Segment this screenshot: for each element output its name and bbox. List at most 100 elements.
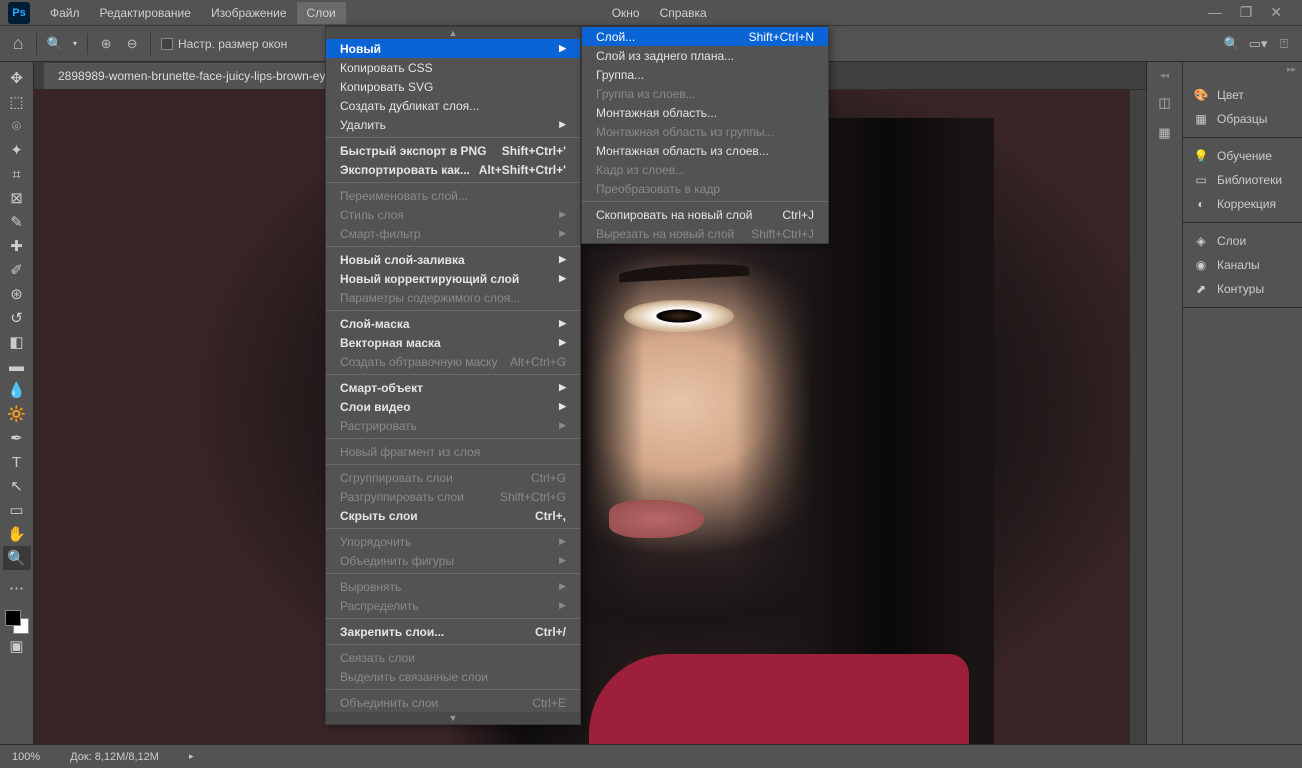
dropdown-icon[interactable]: ▾ <box>73 39 77 48</box>
panel-collapse-icon[interactable]: ▸▸ <box>1183 62 1302 77</box>
menu-item[interactable]: Новый▶ <box>326 39 580 58</box>
menu-item: Распределить▶ <box>326 596 580 615</box>
menu-item: Стиль слоя▶ <box>326 205 580 224</box>
submenu-arrow-icon: ▶ <box>559 536 566 547</box>
frame-tool[interactable]: ⊠ <box>3 186 31 210</box>
hand-tool[interactable]: ✋ <box>3 522 31 546</box>
menu-item[interactable]: Новый корректирующий слой▶ <box>326 269 580 288</box>
menu-file[interactable]: Файл <box>40 2 90 24</box>
quick-select-tool[interactable]: ✦ <box>3 138 31 162</box>
panel-swatches[interactable]: ▦Образцы <box>1183 107 1302 131</box>
panel-paths[interactable]: ⬈Контуры <box>1183 277 1302 301</box>
panel-channels[interactable]: ◉Каналы <box>1183 253 1302 277</box>
toolbox: ✥ ⬚ ⌾ ✦ ⌗ ⊠ ✎ ✚ ✐ ⊛ ↺ ◧ ▬ 💧 🔆 ✒ T ↖ ▭ ✋ … <box>0 62 34 744</box>
window-controls: — ❐ ✕ <box>1208 4 1302 21</box>
menu-item[interactable]: Быстрый экспорт в PNGShift+Ctrl+' <box>326 141 580 160</box>
pen-tool[interactable]: ✒ <box>3 426 31 450</box>
close-icon[interactable]: ✕ <box>1270 4 1282 21</box>
move-tool[interactable]: ✥ <box>3 66 31 90</box>
menu-window[interactable]: Окно <box>602 2 650 24</box>
menu-help[interactable]: Справка <box>650 2 717 24</box>
menu-item[interactable]: Скрыть слоиCtrl+, <box>326 506 580 525</box>
dodge-tool[interactable]: 🔆 <box>3 402 31 426</box>
healing-tool[interactable]: ✚ <box>3 234 31 258</box>
panel-collapse-icon[interactable]: ◂◂ <box>1160 70 1169 81</box>
menu-item[interactable]: Скопировать на новый слойCtrl+J <box>582 205 828 224</box>
type-tool[interactable]: T <box>3 450 31 474</box>
menu-item[interactable]: Слой-маска▶ <box>326 314 580 333</box>
menu-item[interactable]: Копировать SVG <box>326 77 580 96</box>
menu-item[interactable]: Векторная маска▶ <box>326 333 580 352</box>
panel-adjustments[interactable]: ◐Коррекция <box>1183 192 1302 216</box>
workspace-icon[interactable]: ▭▾ <box>1250 36 1266 52</box>
blur-tool[interactable]: 💧 <box>3 378 31 402</box>
shortcut-label: Shift+Ctrl+G <box>500 490 566 504</box>
menu-item[interactable]: Копировать CSS <box>326 58 580 77</box>
gradient-tool[interactable]: ▬ <box>3 354 31 378</box>
eyedropper-tool[interactable]: ✎ <box>3 210 31 234</box>
menu-item: Группа из слоев... <box>582 84 828 103</box>
brush-tool[interactable]: ✐ <box>3 258 31 282</box>
zoom-level[interactable]: 100% <box>12 751 40 763</box>
submenu-arrow-icon: ▶ <box>559 337 566 348</box>
marquee-tool[interactable]: ⬚ <box>3 90 31 114</box>
statusbar: 100% Док: 8,12M/8,12M ▸ <box>0 744 1302 768</box>
menu-item[interactable]: Экспортировать как...Alt+Shift+Ctrl+' <box>326 160 580 179</box>
home-icon[interactable]: ⌂ <box>10 36 26 52</box>
menu-item[interactable]: Новый слой-заливка▶ <box>326 250 580 269</box>
menu-item: Вырезать на новый слойShift+Ctrl+J <box>582 224 828 243</box>
doc-info-arrow-icon[interactable]: ▸ <box>189 751 194 762</box>
menu-image[interactable]: Изображение <box>201 2 297 24</box>
search-icon[interactable]: 🔍 <box>1224 36 1240 52</box>
menu-item[interactable]: Монтажная область... <box>582 103 828 122</box>
color-swatch[interactable] <box>5 610 29 634</box>
screen-mode-icon[interactable]: ▣ <box>3 634 31 658</box>
menu-item: Разгруппировать слоиShift+Ctrl+G <box>326 487 580 506</box>
clone-tool[interactable]: ⊛ <box>3 282 31 306</box>
menu-item[interactable]: Слои видео▶ <box>326 397 580 416</box>
scroll-up-icon[interactable]: ▲ <box>326 27 580 39</box>
vertical-scrollbar[interactable] <box>1130 90 1146 744</box>
edit-toolbar-icon[interactable]: ⋯ <box>3 576 31 600</box>
menu-item[interactable]: Смарт-объект▶ <box>326 378 580 397</box>
maximize-icon[interactable]: ❐ <box>1240 4 1253 21</box>
menu-item[interactable]: Удалить▶ <box>326 115 580 134</box>
share-icon[interactable]: ⍐ <box>1276 36 1292 52</box>
palette-icon: 🎨 <box>1193 88 1209 102</box>
submenu-arrow-icon: ▶ <box>559 382 566 393</box>
minimize-icon[interactable]: — <box>1208 4 1222 21</box>
path-tool[interactable]: ↖ <box>3 474 31 498</box>
crop-tool[interactable]: ⌗ <box>3 162 31 186</box>
submenu-arrow-icon: ▶ <box>559 254 566 265</box>
channels-icon: ◉ <box>1193 258 1209 272</box>
submenu-arrow-icon: ▶ <box>559 273 566 284</box>
menu-item[interactable]: Слой из заднего плана... <box>582 46 828 65</box>
menu-item[interactable]: Создать дубликат слоя... <box>326 96 580 115</box>
menu-item[interactable]: Закрепить слои...Ctrl+/ <box>326 622 580 641</box>
zoom-tool-icon[interactable]: 🔍 <box>47 36 63 52</box>
menu-separator <box>326 618 580 619</box>
menu-item[interactable]: Слой...Shift+Ctrl+N <box>582 27 828 46</box>
history-brush-tool[interactable]: ↺ <box>3 306 31 330</box>
menu-item[interactable]: Группа... <box>582 65 828 84</box>
document-tab[interactable]: 2898989-women-brunette-face-juicy-lips-b… <box>44 63 346 89</box>
zoom-in-icon[interactable]: ⊕ <box>98 36 114 52</box>
menu-separator <box>326 438 580 439</box>
resize-windows-checkbox[interactable]: Настр. размер окон <box>161 37 287 51</box>
scroll-down-icon[interactable]: ▼ <box>326 712 580 724</box>
lasso-tool[interactable]: ⌾ <box>3 114 31 138</box>
eraser-tool[interactable]: ◧ <box>3 330 31 354</box>
panel-learn[interactable]: 💡Обучение <box>1183 144 1302 168</box>
properties-icon[interactable]: ◫ <box>1157 95 1173 111</box>
panel-libraries[interactable]: ▭Библиотеки <box>1183 168 1302 192</box>
shape-tool[interactable]: ▭ <box>3 498 31 522</box>
menu-item[interactable]: Монтажная область из слоев... <box>582 141 828 160</box>
panel-layers[interactable]: ◈Слои <box>1183 229 1302 253</box>
doc-info[interactable]: Док: 8,12M/8,12M <box>70 751 159 763</box>
menu-layers[interactable]: Слои <box>297 2 346 24</box>
adjustments-icon[interactable]: ▦ <box>1157 125 1173 141</box>
panel-color[interactable]: 🎨Цвет <box>1183 83 1302 107</box>
zoom-tool[interactable]: 🔍 <box>3 546 31 570</box>
menu-edit[interactable]: Редактирование <box>90 2 201 24</box>
zoom-out-icon[interactable]: ⊖ <box>124 36 140 52</box>
